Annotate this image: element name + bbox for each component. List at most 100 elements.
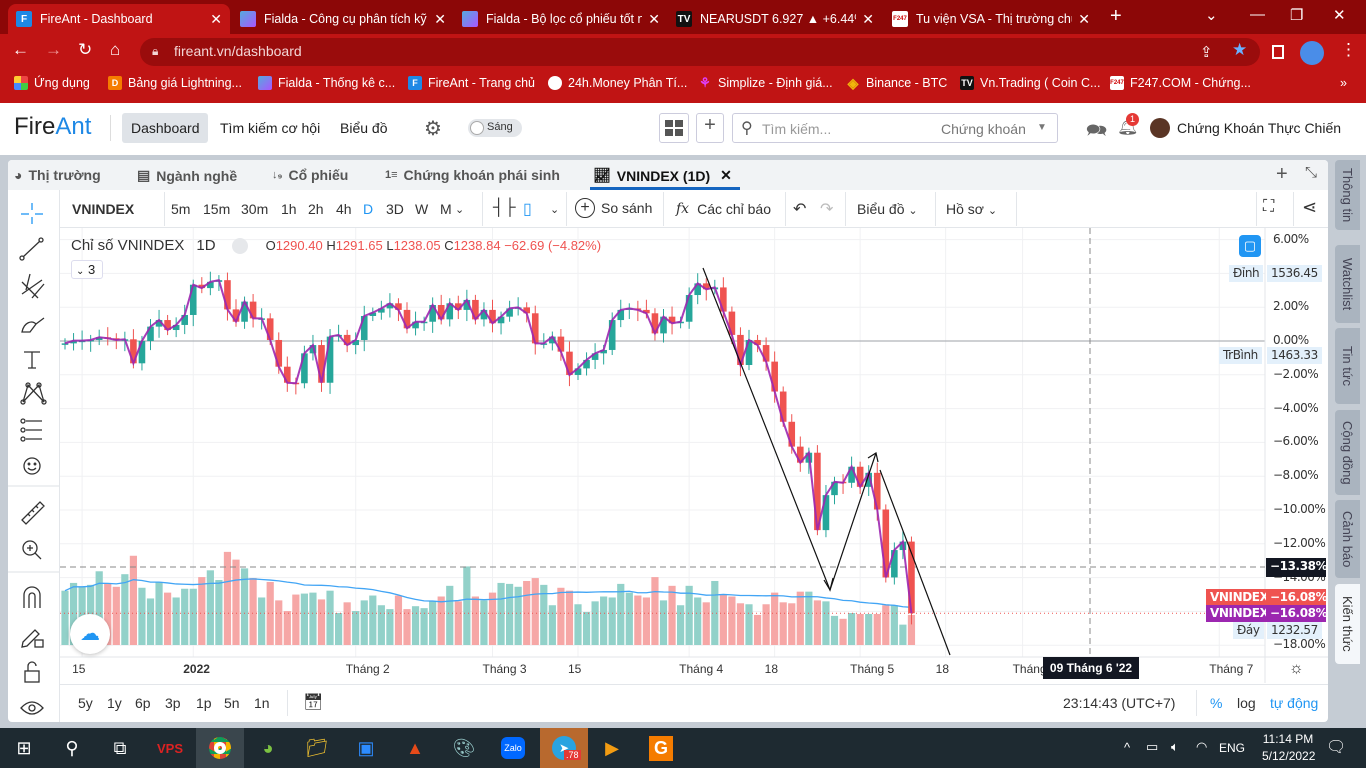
percent-scale-toggle[interactable]: %: [1210, 695, 1222, 711]
compare-button[interactable]: + So sánh: [575, 198, 652, 218]
new-tab-button[interactable]: +: [1110, 5, 1122, 28]
back-icon[interactable]: ←: [12, 40, 29, 60]
side-tab-alerts[interactable]: Cảnh báo: [1335, 500, 1360, 578]
redo-icon[interactable]: ↷: [820, 199, 833, 219]
user-name[interactable]: Chứng Khoán Thực Chiến: [1177, 120, 1341, 136]
candlestick-icon[interactable]: ▯: [523, 199, 532, 219]
auto-scale-icon[interactable]: ▢: [1239, 235, 1261, 257]
chevron-down-icon[interactable]: ⌄: [550, 203, 559, 216]
interval-w[interactable]: W: [415, 201, 428, 217]
add-widget-button[interactable]: +: [696, 113, 724, 143]
add-tab-button[interactable]: +: [1276, 163, 1288, 186]
file-explorer-icon[interactable]: 📁︎: [293, 728, 341, 768]
collapse-icon[interactable]: ⤡: [1305, 164, 1317, 181]
browser-tab-fialda-1[interactable]: Fialda - Công cụ phân tích kỹ ✕: [232, 4, 454, 34]
fireant-logo[interactable]: FireAnt: [14, 113, 91, 141]
fireant-watermark-icon[interactable]: ☁: [70, 614, 110, 654]
search-icon[interactable]: ⚲: [48, 728, 96, 768]
reload-icon[interactable]: ↻: [78, 40, 92, 60]
tab-stocks[interactable]: ↓₉ Cổ phiếu: [272, 167, 348, 183]
symbol-input[interactable]: VNINDEX: [72, 201, 134, 217]
app-icon-green[interactable]: ◕: [244, 728, 292, 768]
goto-date-icon[interactable]: 📅︎: [303, 692, 323, 712]
close-tab-icon[interactable]: ✕: [1078, 11, 1090, 28]
side-tab-knowledge[interactable]: Kiến thức: [1335, 584, 1360, 664]
foxit-pdf-icon[interactable]: G: [637, 728, 685, 768]
tab-derivatives[interactable]: 1≡ Chứng khoán phái sinh: [385, 167, 560, 183]
home-icon[interactable]: ⌂: [110, 40, 120, 60]
interval-30m[interactable]: 30m: [241, 201, 268, 217]
text-tool-icon[interactable]: [24, 351, 40, 369]
range-6m[interactable]: 6p: [135, 695, 151, 711]
range-5y[interactable]: 5y: [78, 695, 93, 711]
interval-4h[interactable]: 4h: [336, 201, 352, 217]
close-tab-icon[interactable]: ✕: [434, 11, 446, 28]
bookmark-f247[interactable]: F247 F247.COM - Chứng...: [1110, 76, 1251, 90]
chart-settings-icon[interactable]: ☼: [1289, 660, 1304, 678]
browser-tab-fireant[interactable]: F FireAnt - Dashboard ✕: [8, 4, 230, 34]
lock-icon[interactable]: 🔒︎: [152, 44, 158, 59]
zoom-in-icon[interactable]: [22, 540, 42, 560]
interval-1h[interactable]: 1h: [281, 201, 297, 217]
close-tab-icon[interactable]: ✕: [720, 167, 732, 184]
log-scale-toggle[interactable]: log: [1237, 695, 1256, 711]
close-tab-icon[interactable]: ✕: [210, 11, 222, 28]
wifi-icon[interactable]: ◠: [1196, 739, 1207, 755]
range-1d[interactable]: 1n: [254, 695, 270, 711]
close-tab-icon[interactable]: ✕: [648, 11, 660, 28]
range-1m[interactable]: 1p: [196, 695, 212, 711]
crosshair-icon[interactable]: [21, 203, 43, 224]
side-tab-watchlist[interactable]: Watchlist: [1335, 245, 1360, 323]
interval-15m[interactable]: 15m: [203, 201, 230, 217]
maximize-button[interactable]: ❐: [1290, 6, 1303, 24]
media-player-icon[interactable]: ▶: [588, 728, 636, 768]
bookmark-fialda[interactable]: Fialda - Thống kê c...: [258, 76, 395, 90]
range-5d[interactable]: 5n: [224, 695, 240, 711]
more-bookmarks[interactable]: »: [1340, 76, 1347, 90]
share-icon[interactable]: ⋖: [1302, 197, 1317, 218]
input-language[interactable]: ENG: [1219, 741, 1245, 755]
interval-m[interactable]: M: [440, 201, 452, 217]
theme-toggle[interactable]: Sáng: [468, 119, 522, 137]
interval-5m[interactable]: 5m: [171, 201, 190, 217]
nav-opportunity-search[interactable]: Tìm kiếm cơ hội: [220, 120, 320, 136]
app-icon-triangle[interactable]: ▲: [391, 728, 439, 768]
search-box[interactable]: ⚲ Tìm kiếm... Chứng khoán ▼: [732, 113, 1058, 143]
eye-icon[interactable]: [20, 701, 44, 715]
interval-3d[interactable]: 3D: [386, 201, 404, 217]
profile-avatar-icon[interactable]: [1300, 41, 1324, 65]
telegram-icon[interactable]: ➤ .78: [540, 728, 588, 768]
close-window-button[interactable]: ✕: [1333, 6, 1346, 24]
chat-icon[interactable]: 🗪︎: [1086, 118, 1107, 147]
browser-tab-fialda-2[interactable]: Fialda - Bộ lọc cổ phiếu tốt n ✕: [454, 4, 668, 34]
chevron-down-icon[interactable]: ⌄: [455, 203, 464, 216]
windows-start-icon[interactable]: ⊞: [0, 728, 48, 768]
zoom-app-icon[interactable]: ▣: [342, 728, 390, 768]
browser-tab-vsa[interactable]: F247 Tu viện VSA - Thị trường chứ ✕: [884, 4, 1098, 34]
user-avatar[interactable]: [1150, 118, 1170, 138]
bookmark-vntrading[interactable]: TV Vn.Trading ( Coin C...: [960, 76, 1100, 90]
tab-market[interactable]: ◕ Thị trường: [14, 167, 101, 183]
trend-line-icon[interactable]: [19, 237, 44, 261]
side-tab-info[interactable]: Thông tin: [1335, 160, 1360, 230]
hide-series-icon[interactable]: [231, 237, 248, 254]
bookmark-simplize[interactable]: ⚘ Simplize - Định giá...: [698, 75, 832, 90]
search-scope-select[interactable]: Chứng khoán: [941, 121, 1026, 137]
close-tab-icon[interactable]: ✕: [862, 11, 874, 28]
bookmark-star-icon[interactable]: ★: [1232, 40, 1247, 60]
fullscreen-icon[interactable]: ⛶: [1263, 198, 1274, 216]
pattern-icon[interactable]: [20, 382, 47, 405]
emoji-icon[interactable]: [23, 457, 41, 475]
side-tab-news[interactable]: Tin tức: [1335, 328, 1360, 404]
price-chart[interactable]: [60, 228, 1328, 683]
browser-tab-nearusdt[interactable]: TV NEARUSDT 6.927 ▲ +6.44% ✕: [668, 4, 882, 34]
bookmark-fireant[interactable]: F FireAnt - Trang chủ: [408, 76, 535, 90]
fib-levels-icon[interactable]: [20, 418, 42, 442]
lock-drawing-icon[interactable]: [21, 629, 44, 648]
brush-icon[interactable]: [21, 317, 45, 333]
interval-2h[interactable]: 2h: [308, 201, 324, 217]
ruler-icon[interactable]: [21, 501, 45, 525]
chrome-icon[interactable]: [196, 728, 244, 768]
bookmark-24hmoney[interactable]: 24h.Money Phân Tí...: [548, 76, 687, 90]
clock-timezone[interactable]: 23:14:43 (UTC+7): [1063, 695, 1175, 711]
